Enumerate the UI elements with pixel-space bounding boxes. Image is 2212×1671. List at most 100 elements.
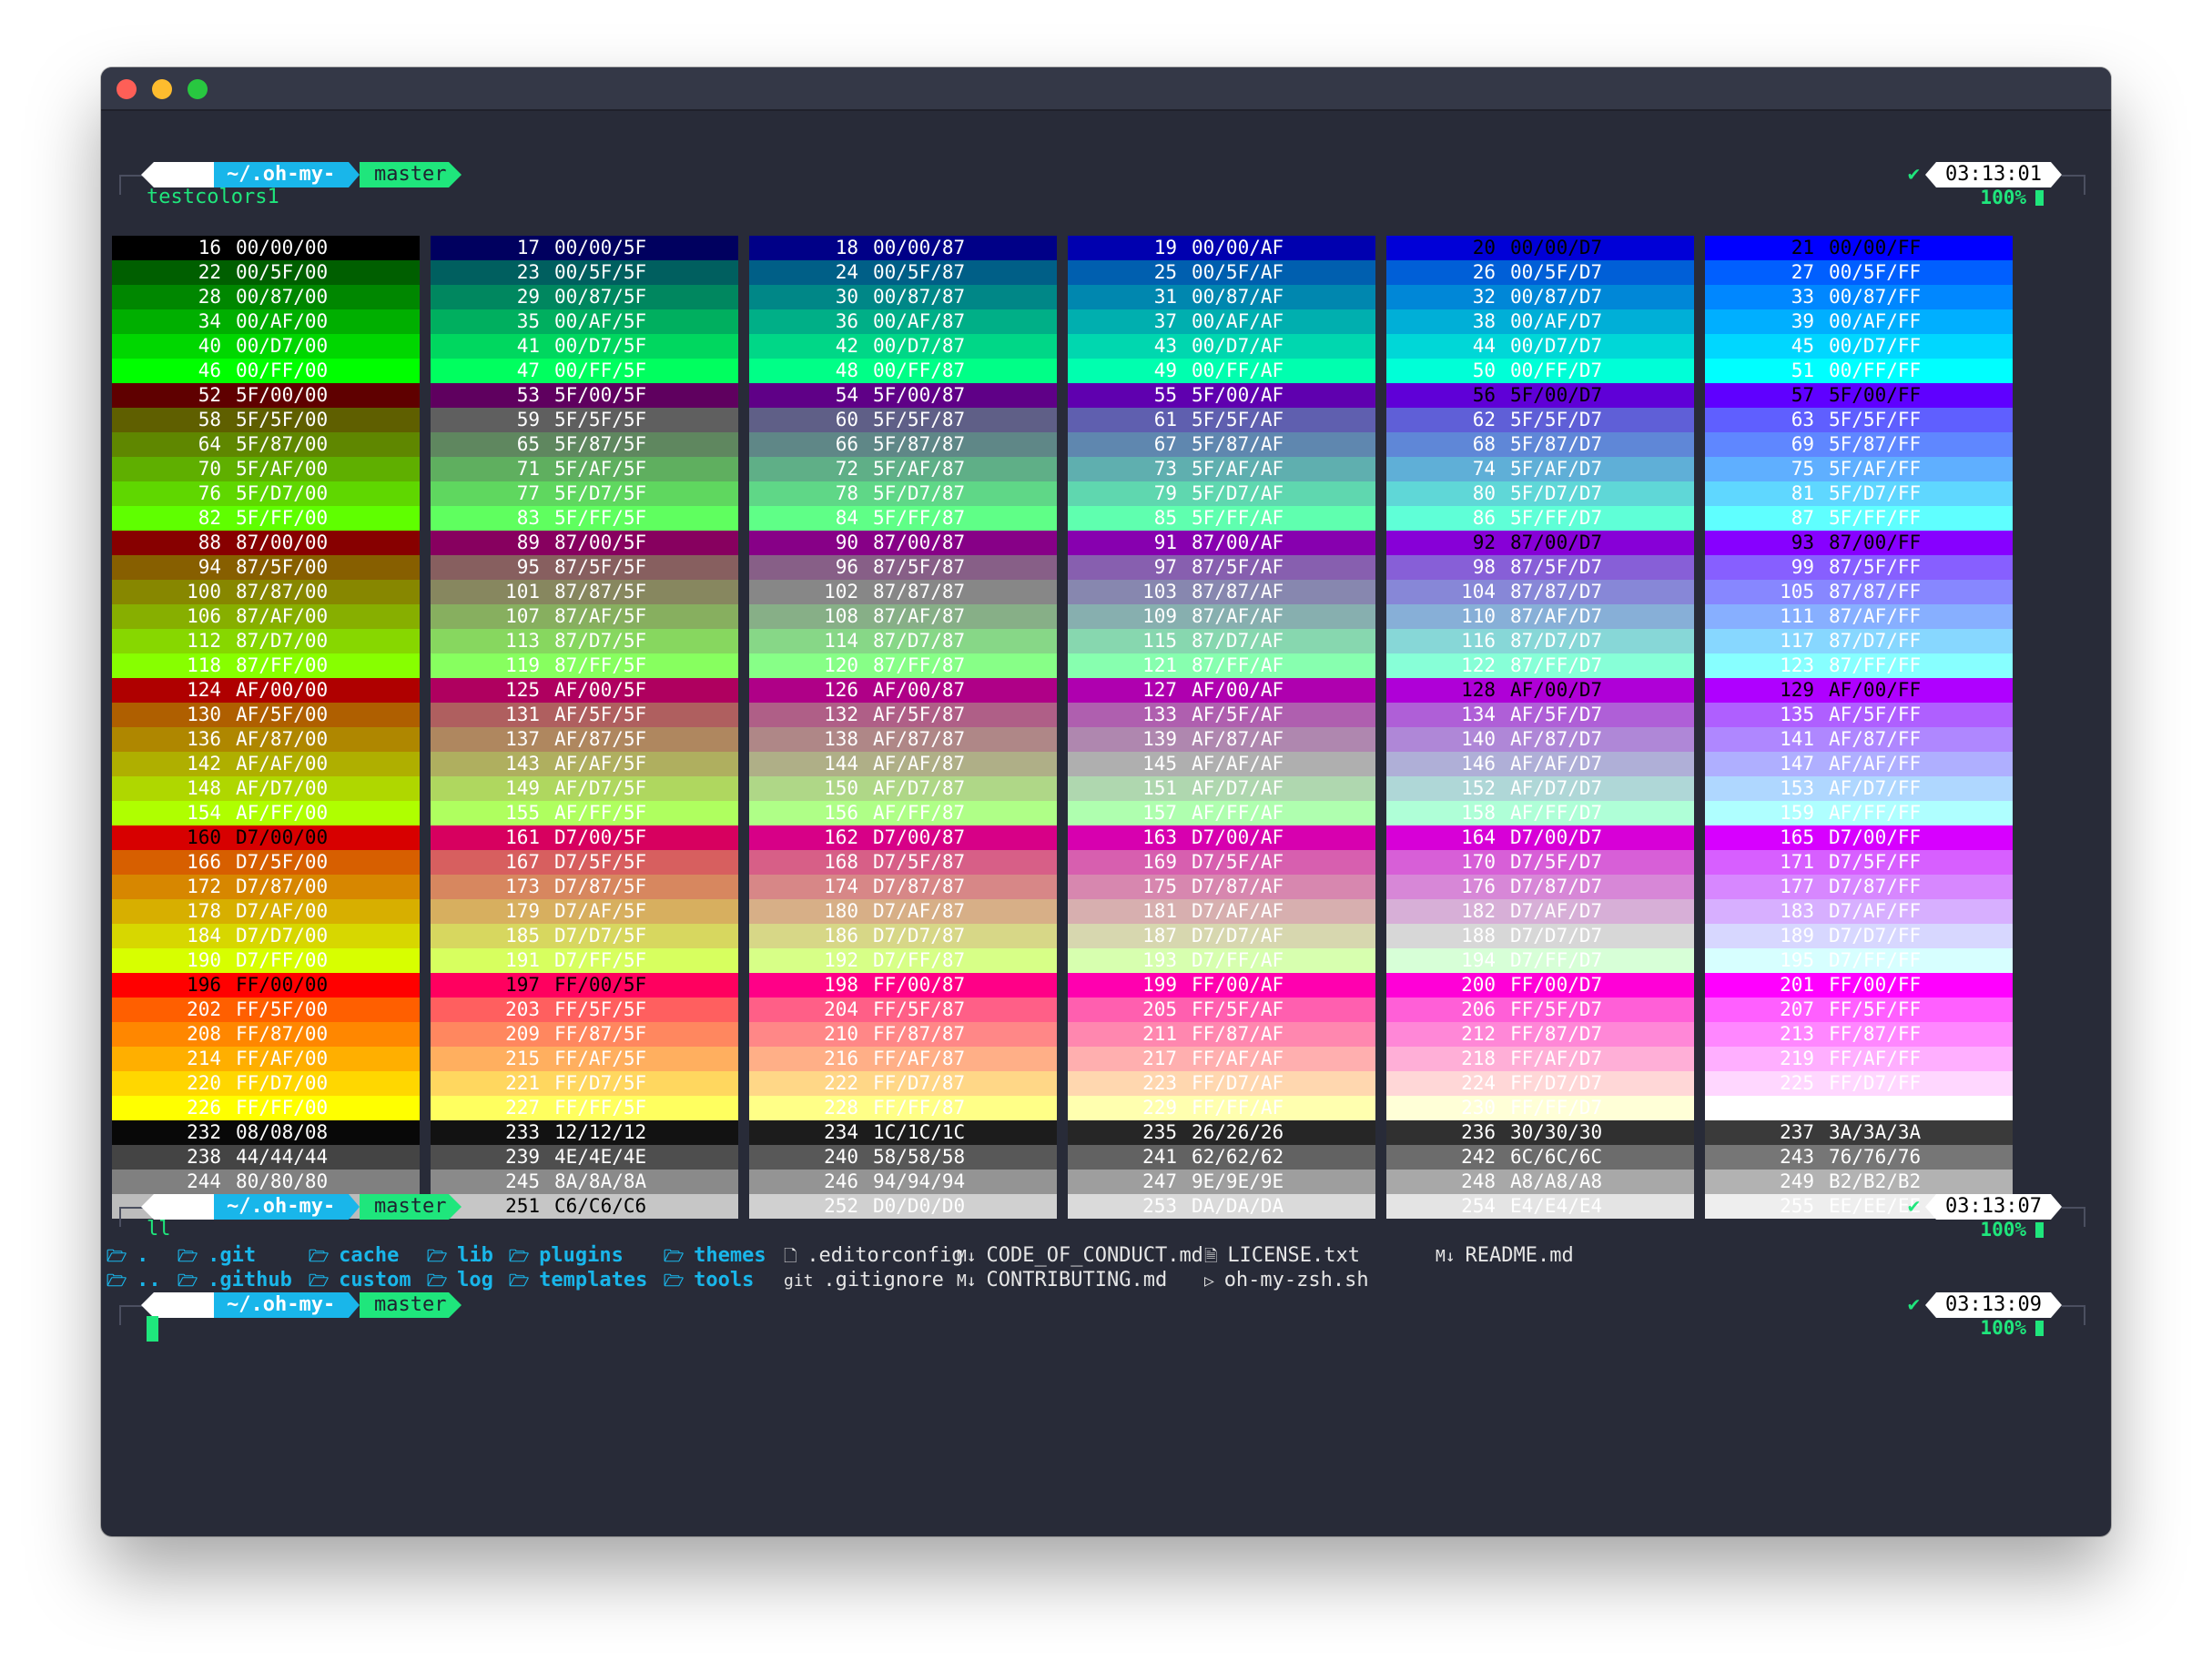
- directory-entry: 🗁 ..: [107, 1269, 161, 1291]
- success-check-icon: ✔: [1907, 1293, 1920, 1316]
- color-cell-221: 221 FF/D7/5F: [431, 1071, 738, 1096]
- color-cell-128: 128 AF/00/D7: [1386, 678, 1694, 703]
- color-cell-190: 190 D7/FF/00: [112, 948, 420, 973]
- directory-entry: 🗁 themes: [664, 1244, 766, 1267]
- close-button[interactable]: [117, 79, 137, 99]
- color-cell-145: 145 AF/AF/AF: [1068, 752, 1375, 776]
- color-cell-201: 201 FF/00/FF: [1705, 973, 2013, 998]
- color-cell-247: 247 9E/9E/9E: [1068, 1170, 1375, 1194]
- color-cell-108: 108 87/AF/87: [749, 604, 1057, 629]
- color-cell-240: 240 58/58/58: [749, 1145, 1057, 1170]
- file-entry: git .gitignore: [784, 1269, 944, 1291]
- color-cell-222: 222 FF/D7/87: [749, 1071, 1057, 1096]
- color-cell-155: 155 AF/FF/5F: [431, 801, 738, 825]
- color-cell-85: 85 5F/FF/AF: [1068, 506, 1375, 531]
- prompt-directory: ~/.oh-my-zsh: [214, 162, 360, 187]
- battery-indicator: 100%: [1980, 1316, 2044, 1340]
- color-cell-188: 188 D7/D7/D7: [1386, 924, 1694, 948]
- color-cell-147: 147 AF/AF/FF: [1705, 752, 2013, 776]
- color-cell-102: 102 87/87/87: [749, 580, 1057, 604]
- color-cell-120: 120 87/FF/87: [749, 653, 1057, 678]
- color-cell-248: 248 A8/A8/A8: [1386, 1170, 1694, 1194]
- directory-entry: 🗁 cache: [309, 1244, 400, 1267]
- color-cell-184: 184 D7/D7/00: [112, 924, 420, 948]
- color-cell-16: 16 00/00/00: [112, 236, 420, 260]
- color-cell-140: 140 AF/87/D7: [1386, 727, 1694, 752]
- color-cell-101: 101 87/87/5F: [431, 580, 738, 604]
- prompt-time: 03:13:09: [1925, 1292, 2062, 1318]
- battery-percent: 100%: [1980, 1219, 2026, 1241]
- apple-icon: [141, 162, 214, 187]
- apple-icon: [141, 1194, 214, 1220]
- color-cell-206: 206 FF/5F/D7: [1386, 998, 1694, 1022]
- color-cell-161: 161 D7/00/5F: [431, 825, 738, 850]
- color-cell-226: 226 FF/FF/00: [112, 1096, 420, 1120]
- color-cell-89: 89 87/00/5F: [431, 531, 738, 555]
- color-cell-67: 67 5F/87/AF: [1068, 432, 1375, 457]
- color-cell-121: 121 87/FF/AF: [1068, 653, 1375, 678]
- color-cell-104: 104 87/87/D7: [1386, 580, 1694, 604]
- color-cell-143: 143 AF/AF/5F: [431, 752, 738, 776]
- directory-entry: 🗁 templates: [509, 1269, 648, 1291]
- color-cell-157: 157 AF/FF/AF: [1068, 801, 1375, 825]
- color-cell-193: 193 D7/FF/AF: [1068, 948, 1375, 973]
- color-cell-29: 29 00/87/5F: [431, 285, 738, 309]
- color-cell-19: 19 00/00/AF: [1068, 236, 1375, 260]
- folder-icon: 🗁: [664, 1271, 695, 1291]
- terminal-content[interactable]: ~/.oh-my-zsh master ✔ 03:13:01 testcolor…: [101, 111, 2111, 1536]
- color-cell-182: 182 D7/AF/D7: [1386, 899, 1694, 924]
- color-cell-175: 175 D7/87/AF: [1068, 875, 1375, 899]
- color-cell-53: 53 5F/00/5F: [431, 383, 738, 408]
- color-cell-25: 25 00/5F/AF: [1068, 260, 1375, 285]
- color-cell-90: 90 87/00/87: [749, 531, 1057, 555]
- color-cell-81: 81 5F/D7/FF: [1705, 481, 2013, 506]
- color-cell-152: 152 AF/D7/D7: [1386, 776, 1694, 801]
- color-cell-186: 186 D7/D7/87: [749, 924, 1057, 948]
- color-cell-48: 48 00/FF/87: [749, 359, 1057, 383]
- prompt-frame-right: [2062, 1305, 2085, 1325]
- color-cell-243: 243 76/76/76: [1705, 1145, 2013, 1170]
- color-cell-46: 46 00/FF/00: [112, 359, 420, 383]
- color-cell-64: 64 5F/87/00: [112, 432, 420, 457]
- battery-icon: [2035, 190, 2044, 206]
- color-cell-79: 79 5F/D7/AF: [1068, 481, 1375, 506]
- color-cell-27: 27 00/5F/FF: [1705, 260, 2013, 285]
- file-icon: 🗋: [784, 1247, 807, 1266]
- directory-entry: 🗁 .: [107, 1244, 149, 1267]
- color-cell-204: 204 FF/5F/87: [749, 998, 1057, 1022]
- color-cell-185: 185 D7/D7/5F: [431, 924, 738, 948]
- file-icon: git: [784, 1271, 824, 1291]
- file-icon: M↓: [957, 1247, 987, 1266]
- minimize-button[interactable]: [152, 79, 172, 99]
- color-cell-124: 124 AF/00/00: [112, 678, 420, 703]
- color-cell-58: 58 5F/5F/00: [112, 408, 420, 432]
- zoom-button[interactable]: [188, 79, 208, 99]
- color-cell-68: 68 5F/87/D7: [1386, 432, 1694, 457]
- color-cell-229: 229 FF/FF/AF: [1068, 1096, 1375, 1120]
- color-cell-70: 70 5F/AF/00: [112, 457, 420, 481]
- color-cell-30: 30 00/87/87: [749, 285, 1057, 309]
- color-cell-171: 171 D7/5F/FF: [1705, 850, 2013, 875]
- prompt-time: 03:13:01: [1925, 162, 2062, 187]
- command-text: ll: [147, 1218, 171, 1241]
- color-cell-18: 18 00/00/87: [749, 236, 1057, 260]
- color-cell-114: 114 87/D7/87: [749, 629, 1057, 653]
- prompt-directory: ~/.oh-my-zsh: [214, 1292, 360, 1318]
- color-cell-234: 234 1C/1C/1C: [749, 1120, 1057, 1145]
- color-cell-245: 245 8A/8A/8A: [431, 1170, 738, 1194]
- color-cell-54: 54 5F/00/87: [749, 383, 1057, 408]
- color-cell-176: 176 D7/87/D7: [1386, 875, 1694, 899]
- color-cell-196: 196 FF/00/00: [112, 973, 420, 998]
- color-cell-249: 249 B2/B2/B2: [1705, 1170, 2013, 1194]
- folder-icon: 🗁: [107, 1247, 137, 1266]
- battery-percent: 100%: [1980, 1317, 2026, 1339]
- prompt-directory: ~/.oh-my-zsh: [214, 1194, 360, 1220]
- file-entry: 🗎 LICENSE.txt: [1204, 1244, 1361, 1267]
- color-cell-129: 129 AF/00/FF: [1705, 678, 2013, 703]
- color-cell-118: 118 87/FF/00: [112, 653, 420, 678]
- color-cell-231: 231 FF/FF/FF: [1705, 1096, 2013, 1120]
- color-cell-172: 172 D7/87/00: [112, 875, 420, 899]
- color-cell-207: 207 FF/5F/FF: [1705, 998, 2013, 1022]
- file-entry: ▷ oh-my-zsh.sh: [1204, 1269, 1369, 1291]
- color-cell-200: 200 FF/00/D7: [1386, 973, 1694, 998]
